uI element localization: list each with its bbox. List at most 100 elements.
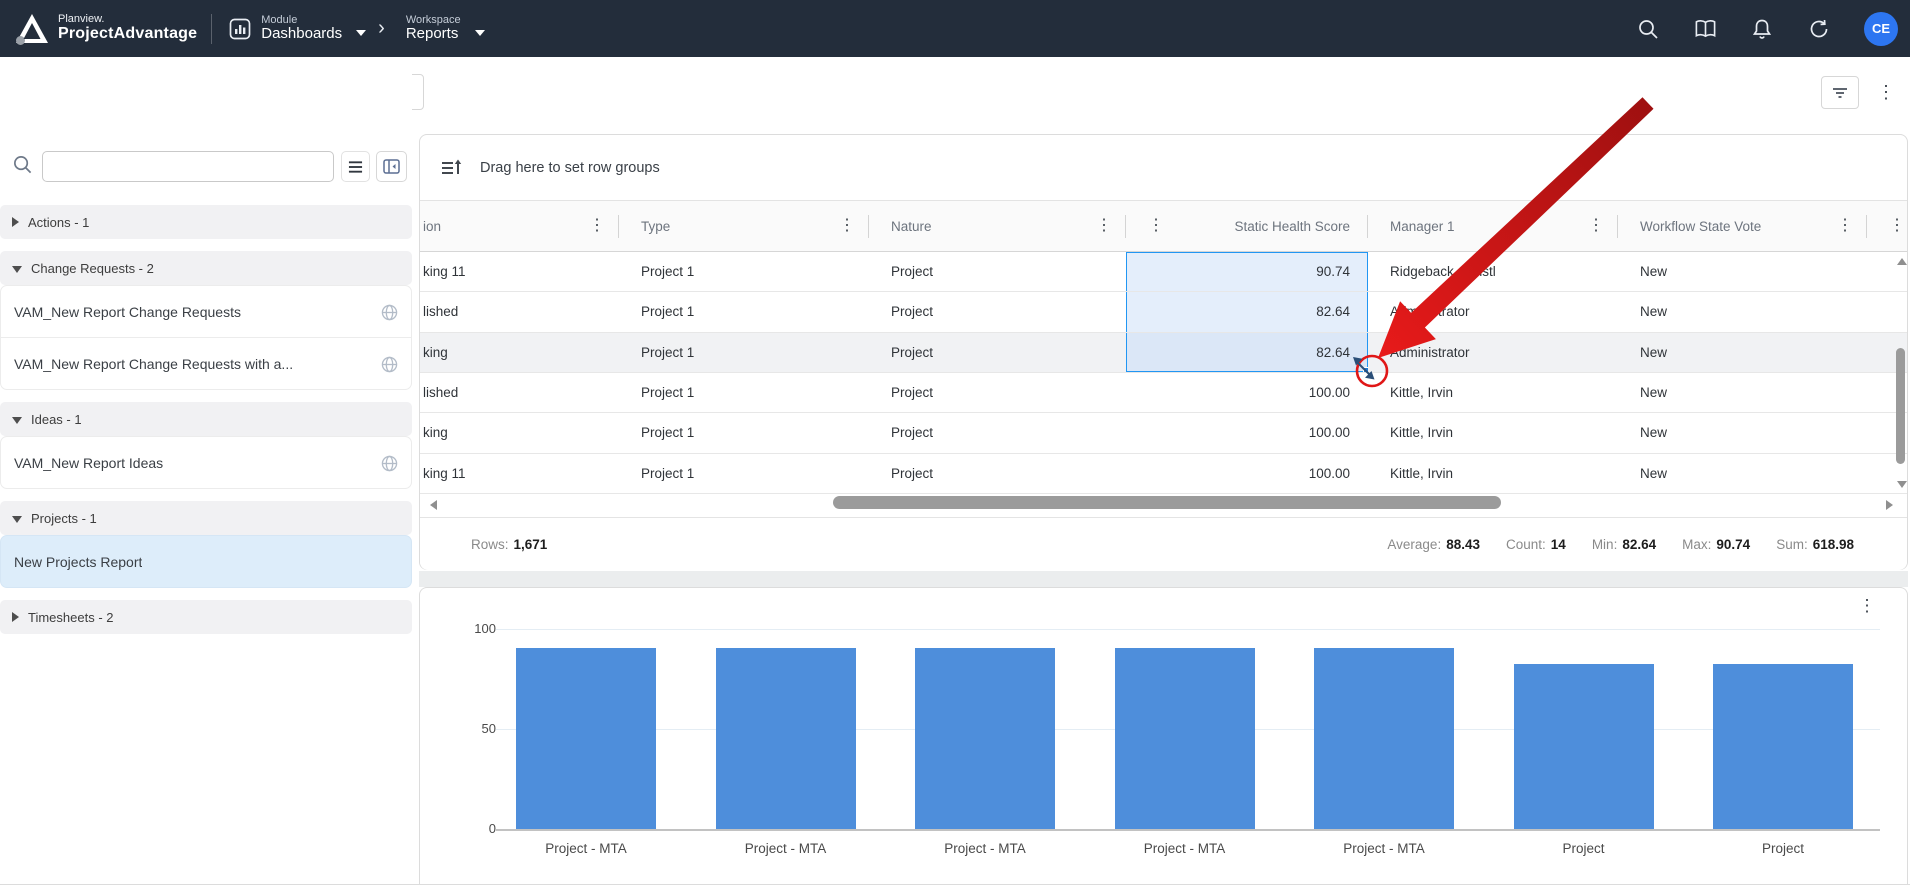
column-menu-icon[interactable]: ⋮ [839, 218, 855, 234]
nav-workspace-reports[interactable]: Workspace Reports [397, 14, 485, 43]
table-cell[interactable]: Kittle, Irvin [1368, 454, 1618, 493]
table-cell[interactable]: 100.00 [1126, 454, 1368, 493]
table-cell[interactable]: 100.00 [1126, 413, 1368, 452]
table-cell[interactable]: New [1618, 454, 1867, 493]
table-cell[interactable]: Project [869, 454, 1126, 493]
nav-module-text: Module Dashboards [261, 14, 342, 43]
scroll-right-arrow-icon[interactable] [1886, 500, 1893, 510]
sidebar-item[interactable]: VAM_New Report Change Requests [0, 285, 412, 338]
chart-bar [716, 648, 856, 829]
column-header-ion[interactable]: ion⋮ [420, 201, 619, 251]
column-menu-icon[interactable]: ⋮ [1096, 218, 1112, 234]
scroll-down-arrow-icon[interactable] [1897, 481, 1907, 488]
chart-menu-icon[interactable]: ⋮ [1856, 596, 1878, 622]
table-cell[interactable]: New [1618, 292, 1867, 331]
scroll-up-arrow-icon[interactable] [1897, 258, 1907, 265]
sidebar-item[interactable]: VAM_New Report Change Requests with a... [0, 337, 412, 390]
table-cell[interactable]: 82.64 [1126, 333, 1368, 372]
column-menu-icon[interactable]: ⋮ [1889, 218, 1905, 234]
table-cell[interactable]: king [420, 333, 619, 372]
table-row[interactable]: lishedProject 1Project100.00Kittle, Irvi… [420, 373, 1907, 413]
row-group-drop-zone[interactable]: Drag here to set row groups [420, 135, 1907, 201]
sidebar-section-header[interactable]: Ideas - 1 [0, 402, 412, 436]
table-row[interactable]: king 11Project 1Project100.00Kittle, Irv… [420, 454, 1907, 494]
column-menu-icon[interactable]: ⋮ [1837, 218, 1853, 234]
table-cell[interactable]: Project [869, 292, 1126, 331]
table-cell[interactable]: Kittle, Irvin [1368, 373, 1618, 412]
column-header-workflow-state-vote[interactable]: Workflow State Vote⋮ [1618, 201, 1867, 251]
table-cell[interactable]: 82.64 [1126, 292, 1368, 331]
vertical-scrollbar-thumb[interactable] [1896, 348, 1905, 464]
table-cell[interactable]: Administrator [1368, 333, 1618, 372]
nav-workspace-value: Reports [406, 26, 461, 43]
nav-module-dashboards[interactable]: Module Dashboards [228, 14, 366, 43]
collapse-panel-button[interactable] [376, 151, 407, 182]
table-cell[interactable]: Project 1 [619, 333, 869, 372]
top-navigation-bar: Planview. ProjectAdvantage Module Dashbo… [0, 0, 1910, 57]
table-cell[interactable]: king 11 [420, 252, 619, 291]
table-cell[interactable]: Project [869, 252, 1126, 291]
table-row[interactable]: king 11Project 1Project90.74Ridgeback, E… [420, 252, 1907, 292]
table-cell[interactable]: lished [420, 292, 619, 331]
sidebar-item[interactable]: New Projects Report [0, 535, 412, 588]
column-menu-icon[interactable]: ⋮ [1588, 218, 1604, 234]
sidebar-section-header[interactable]: Projects - 1 [0, 501, 412, 535]
sidebar-section-header[interactable]: Change Requests - 2 [0, 251, 412, 285]
toolbar-more-menu-icon[interactable]: ⋮ [1876, 76, 1896, 109]
table-cell[interactable]: Ridgeback, Ernstl [1368, 252, 1618, 291]
column-header-extra[interactable]: ⋮ [1867, 201, 1907, 251]
sidebar-section-header[interactable]: Actions - 1 [0, 205, 412, 239]
table-cell[interactable]: Project [869, 333, 1126, 372]
notifications-bell-icon[interactable] [1750, 17, 1774, 41]
table-cell[interactable]: Kittle, Irvin [1368, 413, 1618, 452]
y-axis-tick-label: 50 [446, 721, 496, 736]
table-cell[interactable]: Project [869, 413, 1126, 452]
table-cell[interactable]: New [1618, 373, 1867, 412]
refresh-icon[interactable] [1807, 17, 1831, 41]
table-row[interactable]: kingProject 1Project82.64AdministratorNe… [420, 333, 1907, 373]
table-row[interactable]: lishedProject 1Project82.64Administrator… [420, 292, 1907, 332]
table-row[interactable]: kingProject 1Project100.00Kittle, IrvinN… [420, 413, 1907, 453]
table-cell[interactable]: king 11 [420, 454, 619, 493]
column-header-type[interactable]: Type⋮ [619, 201, 869, 251]
horizontal-scrollbar-thumb[interactable] [833, 496, 1501, 509]
table-cell[interactable]: Project 1 [619, 413, 869, 452]
table-cell[interactable]: Administrator [1368, 292, 1618, 331]
scroll-left-arrow-icon[interactable] [430, 500, 437, 510]
list-options-button[interactable] [341, 151, 370, 182]
column-header-static-health-score[interactable]: ⋮Static Health Score [1126, 201, 1368, 251]
help-book-icon[interactable] [1693, 17, 1717, 41]
sidebar-section-label: Change Requests - 2 [31, 261, 154, 276]
table-cell[interactable]: Project 1 [619, 292, 869, 331]
table-cell[interactable]: 90.74 [1126, 252, 1368, 291]
table-cell[interactable]: New [1618, 333, 1867, 372]
table-cell[interactable]: lished [420, 373, 619, 412]
table-cell[interactable]: Project 1 [619, 252, 869, 291]
chevron-down-icon[interactable] [356, 30, 366, 36]
user-avatar[interactable]: CE [1864, 12, 1898, 46]
column-header-nature[interactable]: Nature ⋮ [869, 201, 1126, 251]
column-menu-icon[interactable]: ⋮ [589, 218, 605, 234]
filter-button[interactable] [1821, 76, 1859, 109]
x-axis-category-label: Project [1494, 841, 1674, 856]
column-header-manager-1[interactable]: Manager 1⋮ [1368, 201, 1618, 251]
sidebar-item[interactable]: VAM_New Report Ideas [0, 436, 412, 489]
planview-logo[interactable]: Planview. ProjectAdvantage [14, 11, 197, 47]
search-icon[interactable] [1636, 17, 1660, 41]
x-axis-category-label: Project - MTA [1294, 841, 1474, 856]
table-cell[interactable]: Project 1 [619, 373, 869, 412]
column-header-label: Nature [891, 219, 932, 234]
sidebar-section-header[interactable]: Timesheets - 2 [0, 600, 412, 634]
horizontal-scrollbar[interactable] [420, 494, 1907, 517]
column-menu-icon[interactable]: ⋮ [1148, 218, 1164, 234]
table-cell[interactable]: Project 1 [619, 454, 869, 493]
table-cell[interactable]: New [1618, 252, 1867, 291]
aggregate-value: 82.64 [1622, 537, 1656, 552]
table-cell[interactable]: 100.00 [1126, 373, 1368, 412]
chevron-down-icon[interactable] [475, 30, 485, 36]
table-cell[interactable]: New [1618, 413, 1867, 452]
table-cell[interactable]: king [420, 413, 619, 452]
vertical-scrollbar[interactable] [1893, 252, 1908, 494]
table-cell[interactable]: Project [869, 373, 1126, 412]
report-search-input[interactable] [42, 151, 334, 182]
